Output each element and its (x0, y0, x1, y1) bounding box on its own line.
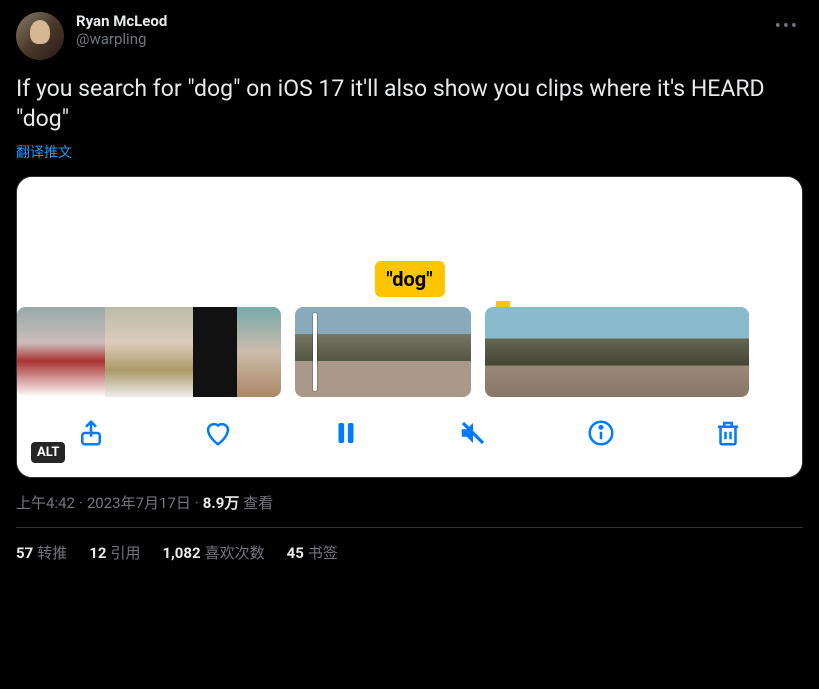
translate-link[interactable]: 翻译推文 (16, 142, 72, 162)
video-thumbnail (573, 307, 617, 397)
video-thumbnail (193, 307, 237, 397)
display-name: Ryan McLeod (76, 12, 759, 30)
stats-row: 57转推 12引用 1,082喜欢次数 45书签 (16, 528, 803, 577)
video-thumbnail (149, 307, 193, 397)
tweet-text: If you search for "dog" on iOS 17 it'll … (16, 74, 803, 134)
video-thumbnail (339, 307, 383, 397)
tweet-container: Ryan McLeod @warpling ••• If you search … (0, 0, 819, 589)
video-thumbnail (61, 307, 105, 397)
tweet-meta: 上午4:42·2023年7月17日·8.9万 查看 (16, 492, 803, 527)
clip-group[interactable] (485, 307, 749, 397)
tweet-date[interactable]: 2023年7月17日 (87, 494, 191, 512)
search-term-bubble: "dog" (374, 261, 444, 297)
more-icon[interactable]: ••• (771, 12, 803, 41)
video-thumbnail (17, 307, 61, 397)
media-card[interactable]: "dog" (16, 176, 803, 478)
trash-icon[interactable] (710, 415, 746, 451)
video-thumbnail (295, 307, 339, 397)
pause-icon[interactable] (328, 415, 364, 451)
alt-badge[interactable]: ALT (31, 442, 65, 463)
video-thumbnail (237, 307, 281, 397)
clip-group[interactable] (295, 307, 471, 397)
timeline-marker (496, 301, 510, 307)
video-thumbnail (705, 307, 749, 397)
filmstrip (17, 307, 802, 397)
retweets-stat[interactable]: 57转推 (16, 542, 67, 563)
share-icon[interactable] (73, 415, 109, 451)
video-thumbnail (427, 307, 471, 397)
media-preview-top: "dog" (17, 177, 802, 307)
video-thumbnail (661, 307, 705, 397)
user-info[interactable]: Ryan McLeod @warpling (76, 12, 759, 48)
video-thumbnail (529, 307, 573, 397)
views-count: 8.9万 (203, 494, 240, 512)
video-thumbnail (485, 307, 529, 397)
avatar[interactable] (16, 12, 64, 60)
user-handle: @warpling (76, 30, 759, 48)
video-thumbnail (105, 307, 149, 397)
likes-stat[interactable]: 1,082喜欢次数 (162, 542, 264, 563)
mute-icon[interactable] (455, 415, 491, 451)
info-icon[interactable] (583, 415, 619, 451)
video-thumbnail (617, 307, 661, 397)
quotes-stat[interactable]: 12引用 (89, 542, 140, 563)
media-toolbar (17, 397, 802, 477)
clip-group[interactable] (17, 307, 281, 397)
heart-icon[interactable] (200, 415, 236, 451)
video-thumbnail (383, 307, 427, 397)
tweet-header: Ryan McLeod @warpling ••• (16, 12, 803, 60)
views-label: 查看 (243, 494, 273, 512)
bookmarks-stat[interactable]: 45书签 (287, 542, 338, 563)
tweet-time[interactable]: 上午4:42 (16, 494, 75, 512)
